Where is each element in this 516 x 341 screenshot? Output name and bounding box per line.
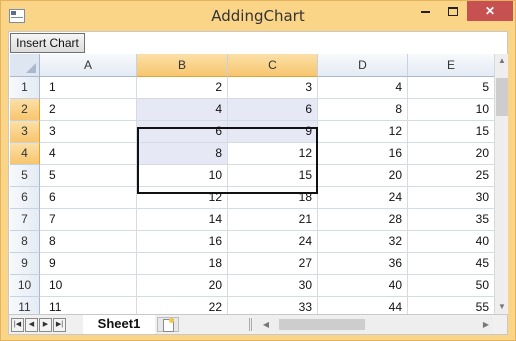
grid-cell[interactable]: 4 xyxy=(318,77,408,99)
column-header-c[interactable]: C xyxy=(228,54,318,77)
grid-cell[interactable]: 20 xyxy=(408,143,494,165)
grid-cell[interactable]: 44 xyxy=(318,297,408,314)
app-window: AddingChart ✕ Insert Chart ABCDE11234522… xyxy=(0,0,516,341)
grid-cell[interactable]: 12 xyxy=(318,121,408,143)
grid-cell[interactable]: 2 xyxy=(40,99,137,121)
scroll-up-icon[interactable]: ▲ xyxy=(495,54,509,68)
row-header[interactable]: 1 xyxy=(10,77,40,99)
grid-cell[interactable]: 28 xyxy=(318,209,408,231)
grid-cell[interactable]: 30 xyxy=(408,187,494,209)
grid-cell[interactable]: 50 xyxy=(408,275,494,297)
grid-cell[interactable]: 30 xyxy=(228,275,318,297)
grid-cell[interactable]: 24 xyxy=(228,231,318,253)
column-header-d[interactable]: D xyxy=(318,54,408,77)
grid-cell[interactable]: 10 xyxy=(40,275,137,297)
grid-cell[interactable]: 10 xyxy=(137,165,228,187)
grid-cell[interactable]: 16 xyxy=(137,231,228,253)
grid-cell[interactable]: 18 xyxy=(228,187,318,209)
minimize-icon xyxy=(420,10,430,13)
grid-cell[interactable]: 20 xyxy=(137,275,228,297)
grid-cell[interactable]: 24 xyxy=(318,187,408,209)
row-header[interactable]: 11 xyxy=(10,297,40,314)
row-header[interactable]: 2 xyxy=(10,99,40,121)
horizontal-scroll-thumb[interactable] xyxy=(279,319,365,330)
row-header[interactable]: 8 xyxy=(10,231,40,253)
first-sheet-icon[interactable]: |◀ xyxy=(11,318,24,332)
grid-cell[interactable]: 9 xyxy=(228,121,318,143)
select-all-corner[interactable] xyxy=(10,54,40,77)
row-header[interactable]: 5 xyxy=(10,165,40,187)
scroll-left-icon[interactable]: ◀ xyxy=(259,317,273,332)
grid-cell[interactable]: 21 xyxy=(228,209,318,231)
grid-cell[interactable]: 27 xyxy=(228,253,318,275)
row-header[interactable]: 9 xyxy=(10,253,40,275)
grid-cell[interactable]: 4 xyxy=(40,143,137,165)
grid-cell[interactable]: 5 xyxy=(40,165,137,187)
row-header[interactable]: 6 xyxy=(10,187,40,209)
close-button[interactable]: ✕ xyxy=(467,1,513,21)
scroll-right-icon[interactable]: ▶ xyxy=(479,317,493,332)
vertical-scrollbar[interactable]: ▲ ▼ xyxy=(494,54,508,314)
grid-cell[interactable]: 2 xyxy=(137,77,228,99)
vertical-scroll-thumb[interactable] xyxy=(496,78,508,116)
grid-cell[interactable]: 18 xyxy=(137,253,228,275)
maximize-icon xyxy=(448,7,458,17)
row-header[interactable]: 4 xyxy=(10,143,40,165)
grid-cell[interactable]: 8 xyxy=(40,231,137,253)
tab-split-handle[interactable] xyxy=(249,318,252,331)
grid-cell[interactable]: 1 xyxy=(40,77,137,99)
grid-cell[interactable]: 6 xyxy=(40,187,137,209)
client-area: Insert Chart A B C D E 1 1 2 3 4 5 2 2 4 6 8 10 3 3 6 9 12 15 4… xyxy=(8,31,508,335)
grid-cell[interactable]: 3 xyxy=(40,121,137,143)
grid-cell[interactable]: 45 xyxy=(408,253,494,275)
maximize-button[interactable] xyxy=(439,1,467,21)
spreadsheet-grid[interactable]: A B C D E 1 1 2 3 4 5 2 2 4 6 8 10 3 3 6 9 12 15 4 4 8 12 16 20 5 5 10 1… xyxy=(10,54,494,314)
sheet-tab-bar: |◀ ◀ ▶ ▶| Sheet1 ◀ ▶ xyxy=(9,314,507,334)
grid-cell[interactable]: 6 xyxy=(228,99,318,121)
grid-cell[interactable]: 22 xyxy=(137,297,228,314)
grid-cell[interactable]: 15 xyxy=(228,165,318,187)
grid-cell[interactable]: 55 xyxy=(408,297,494,314)
title-bar[interactable]: AddingChart ✕ xyxy=(1,1,515,31)
grid-cell[interactable]: 7 xyxy=(40,209,137,231)
grid-cell[interactable]: 36 xyxy=(318,253,408,275)
column-header-a[interactable]: A xyxy=(40,54,137,77)
grid-cell[interactable]: 25 xyxy=(408,165,494,187)
grid-cell[interactable]: 35 xyxy=(408,209,494,231)
grid-cell[interactable]: 32 xyxy=(318,231,408,253)
grid-cell[interactable]: 15 xyxy=(408,121,494,143)
insert-chart-button[interactable]: Insert Chart xyxy=(10,33,85,53)
grid-cell[interactable]: 40 xyxy=(408,231,494,253)
scroll-down-icon[interactable]: ▼ xyxy=(495,300,509,314)
grid-cell[interactable]: 20 xyxy=(318,165,408,187)
grid-cell[interactable]: 4 xyxy=(137,99,228,121)
grid-cell[interactable]: 12 xyxy=(137,187,228,209)
last-sheet-icon[interactable]: ▶| xyxy=(53,318,66,332)
grid-cell[interactable]: 14 xyxy=(137,209,228,231)
row-header[interactable]: 10 xyxy=(10,275,40,297)
column-header-e[interactable]: E xyxy=(408,54,494,77)
grid-cell[interactable]: 10 xyxy=(408,99,494,121)
grid-cell[interactable]: 16 xyxy=(318,143,408,165)
grid-cell[interactable]: 40 xyxy=(318,275,408,297)
next-sheet-icon[interactable]: ▶ xyxy=(39,318,52,332)
grid-cell[interactable]: 6 xyxy=(137,121,228,143)
grid-cell[interactable]: 3 xyxy=(228,77,318,99)
grid-cell[interactable]: 33 xyxy=(228,297,318,314)
minimize-button[interactable] xyxy=(411,1,439,21)
prev-sheet-icon[interactable]: ◀ xyxy=(25,318,38,332)
sheet-tab-sheet1[interactable]: Sheet1 xyxy=(83,315,155,334)
row-header[interactable]: 7 xyxy=(10,209,40,231)
grid-cell[interactable]: 9 xyxy=(40,253,137,275)
grid-cell[interactable]: 8 xyxy=(137,143,228,165)
horizontal-scrollbar[interactable]: ◀ ▶ xyxy=(255,317,493,332)
grid-cell[interactable]: 11 xyxy=(40,297,137,314)
row-header[interactable]: 3 xyxy=(10,121,40,143)
grid-cell[interactable]: 5 xyxy=(408,77,494,99)
new-sheet-icon[interactable] xyxy=(157,317,179,332)
grid-cell[interactable]: 8 xyxy=(318,99,408,121)
column-header-b[interactable]: B xyxy=(137,54,228,77)
grid-cell[interactable]: 12 xyxy=(228,143,318,165)
